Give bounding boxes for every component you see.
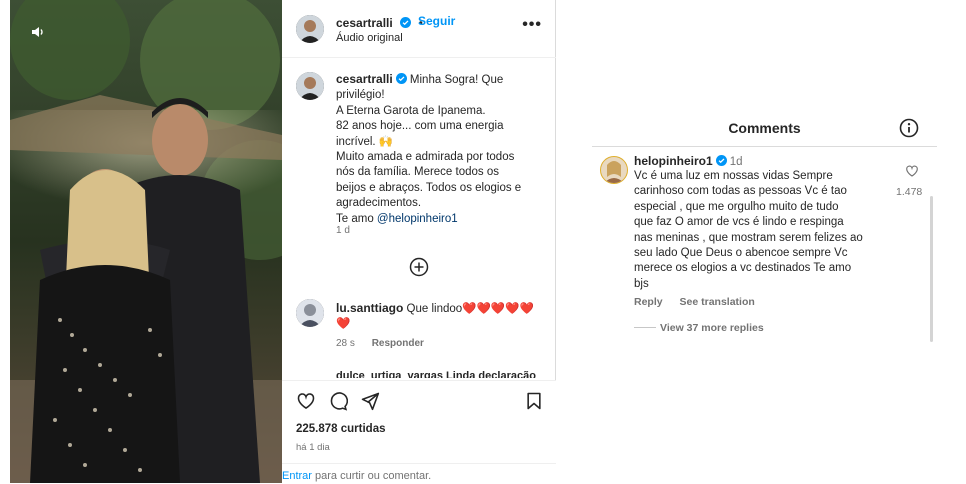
caption-line: privilégio! — [336, 89, 385, 102]
reply-button[interactable]: Responder — [372, 338, 424, 349]
caption-line: beijos e abraços. Todos os elogios e — [336, 181, 522, 194]
replies-dash — [634, 327, 656, 328]
comment-like-count: 1.478 — [896, 186, 923, 198]
login-link[interactable]: Entrar — [282, 470, 312, 482]
caption-line: Muito amada e admirada por todos — [336, 151, 515, 164]
share-icon[interactable] — [360, 391, 380, 411]
comment-meta: 28 s Responder — [336, 338, 438, 349]
verified-icon — [715, 155, 727, 166]
reply-button[interactable]: Reply — [634, 296, 663, 308]
comment-hearts: ❤️❤️❤️❤️❤️ — [462, 303, 534, 315]
divider — [592, 146, 937, 147]
heart-outline-icon[interactable] — [905, 164, 919, 178]
caption-closing: Te amo — [336, 212, 374, 225]
comment-line: nas meninas , que mostram serem felizes … — [634, 231, 863, 244]
audio-icon[interactable] — [30, 24, 46, 40]
post-caption: cesartralli Minha Sogra! Que privilégio!… — [336, 72, 546, 227]
caption-line: A Eterna Garota de Ipanema. — [336, 104, 486, 117]
caption-username[interactable]: cesartralli — [336, 72, 393, 86]
audio-label[interactable]: Áudio original — [336, 32, 403, 44]
verified-icon — [395, 73, 407, 84]
more-options-icon[interactable]: ••• — [522, 16, 542, 34]
commenter-username[interactable]: helopinheiro1 — [634, 154, 713, 168]
comment-line: seu lado Que Deus o abencoe sempre Vc — [634, 247, 848, 260]
comment-header: helopinheiro1 1d — [634, 154, 742, 168]
caption-line: Minha Sogra! Que — [409, 74, 504, 86]
comment-line: carinhoso com todas as pessoas Vc é tao — [634, 185, 847, 198]
view-replies-label[interactable]: View 37 more replies — [660, 322, 764, 334]
post-photo[interactable] — [10, 0, 282, 483]
likes-count[interactable]: 225.878 curtidas — [296, 423, 386, 435]
action-bar: 225.878 curtidas há 1 dia Entrar para cu… — [282, 380, 556, 483]
comment-time: 28 s — [336, 338, 355, 349]
comment-text: Que lindoo — [406, 303, 463, 315]
comment-line: merece os elogios a vc destinados Te amo — [634, 262, 852, 275]
comment-line: que faz O amor de vcs é lindo e respinga — [634, 216, 844, 229]
avatar[interactable] — [296, 15, 324, 43]
comment-body: Vc é uma luz em nossas vidas Sempre cari… — [634, 169, 900, 292]
comment-line: Vc é uma luz em nossas vidas Sempre — [634, 170, 833, 182]
post-header: cesartralli • Seguir Áudio original ••• — [282, 0, 556, 58]
comment-text-block: lu.santtiago Que lindoo❤️❤️❤️❤️❤️ ❤️ — [336, 301, 546, 332]
posted-ago: há 1 dia — [296, 442, 330, 453]
comment-time: 1d — [729, 156, 743, 168]
comment-text-partial: dulce_urtiga_vargas Linda declaração! — [336, 370, 536, 378]
see-translation-button[interactable]: See translation — [680, 296, 755, 308]
comment-icon[interactable] — [328, 391, 349, 411]
caption-avatar[interactable] — [296, 72, 324, 100]
caption-line: agradecimentos. — [336, 197, 422, 210]
post-panel: cesartralli • Seguir Áudio original ••• … — [282, 0, 556, 483]
post-author-username[interactable]: cesartralli — [336, 16, 393, 30]
caption-line: nós da família. Merece todos os — [336, 166, 499, 179]
comment-actions: Reply See translation — [634, 296, 769, 308]
commenter-avatar[interactable] — [600, 156, 628, 184]
comment-item-partial: dulce_urtiga_vargas Linda declaração! — [336, 370, 536, 378]
comment-username[interactable]: lu.santtiago — [336, 301, 403, 315]
comment-hearts-line2: ❤️ — [336, 318, 351, 330]
verified-icon — [400, 17, 412, 28]
comment-line: bjs — [634, 277, 649, 290]
caption-time: 1 d — [336, 225, 350, 236]
caption-line: incrível. 🙌 — [336, 135, 394, 148]
caption-mention-link[interactable]: @helopinheiro1 — [377, 213, 458, 225]
save-icon[interactable] — [524, 391, 544, 411]
scrollbar[interactable] — [930, 196, 933, 342]
comments-title: Comments — [728, 120, 801, 136]
photo-illustration — [10, 0, 282, 483]
comment-avatar[interactable] — [296, 299, 324, 327]
login-prompt: Entrar para curtir ou comentar. — [282, 463, 556, 484]
like-icon[interactable] — [296, 391, 316, 411]
view-replies[interactable]: View 37 more replies — [634, 322, 764, 334]
info-icon[interactable] — [899, 118, 919, 138]
plus-circle-icon[interactable] — [409, 257, 429, 277]
caption-line: 82 anos hoje... com uma energia — [336, 120, 504, 133]
comment-line: especial , que me orgulho muito de tudo — [634, 200, 839, 213]
comments-panel: Comments helopinheiro1 1d Vc é uma luz em… — [592, 108, 937, 343]
login-text: para curtir ou comentar. — [311, 470, 432, 482]
follow-button[interactable]: Seguir — [418, 14, 455, 28]
